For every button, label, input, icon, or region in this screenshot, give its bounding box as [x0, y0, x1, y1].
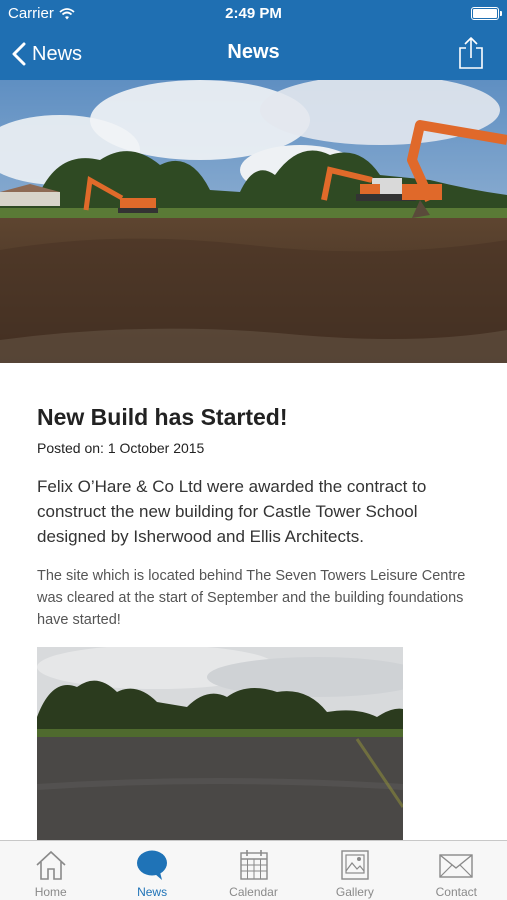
site-photo — [37, 647, 403, 840]
tab-news[interactable]: News — [101, 841, 202, 900]
tab-contact-label: Contact — [435, 885, 477, 899]
tab-gallery[interactable]: Gallery — [304, 841, 405, 900]
tab-calendar[interactable]: Calendar — [203, 841, 304, 900]
tab-news-label: News — [137, 885, 168, 899]
navigation-bar: News News — [0, 28, 507, 80]
page-title: News — [227, 41, 280, 63]
envelope-icon — [439, 854, 474, 878]
article-scroll-view[interactable]: New Build has Started! Posted on: 1 Octo… — [0, 80, 507, 840]
article-body-paragraph: The site which is located behind The Sev… — [37, 568, 466, 628]
article: New Build has Started! Posted on: 1 Octo… — [37, 400, 477, 631]
tab-calendar-label: Calendar — [229, 885, 278, 899]
home-icon — [36, 850, 66, 880]
tab-contact[interactable]: Contact — [406, 841, 507, 900]
tab-home[interactable]: Home — [0, 841, 101, 900]
tab-bar: Home News Calendar Gallery Contact — [0, 840, 507, 900]
posted-date: Posted on: 1 October 2015 — [37, 440, 205, 456]
hero-photo — [0, 80, 507, 363]
news-bubble-icon — [137, 850, 168, 880]
calendar-icon — [239, 850, 268, 880]
article-title: New Build has Started! — [37, 404, 288, 430]
article-lead-paragraph: Felix O’Hare & Co Ltd were awarded the c… — [37, 477, 427, 546]
share-icon[interactable] — [457, 36, 485, 70]
battery-icon — [471, 7, 502, 20]
clock: 2:49 PM — [225, 5, 282, 22]
gallery-icon — [341, 850, 369, 880]
tab-gallery-label: Gallery — [335, 885, 374, 899]
tab-home-label: Home — [34, 885, 67, 899]
status-bar: Carrier 2:49 PM — [0, 0, 507, 28]
